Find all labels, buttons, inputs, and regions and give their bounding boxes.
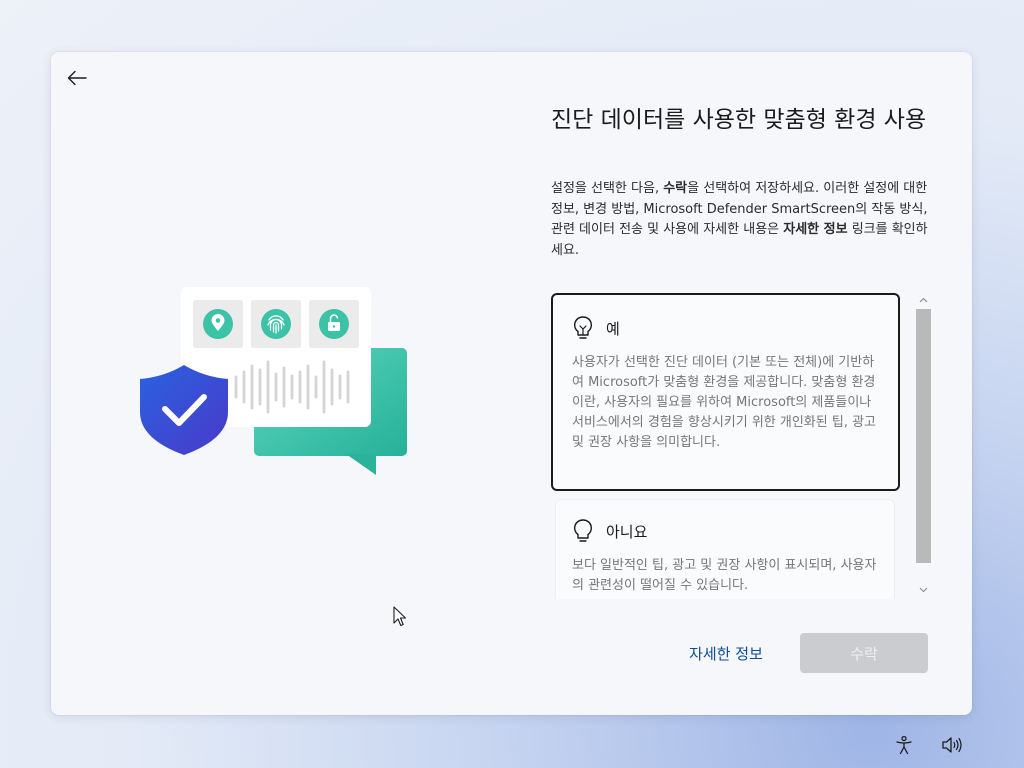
fingerprint-icon bbox=[261, 309, 291, 339]
back-button[interactable] bbox=[63, 66, 91, 90]
learn-more-button[interactable]: 자세한 정보 bbox=[671, 635, 781, 671]
chevron-down-icon bbox=[919, 587, 927, 592]
mouse-cursor-icon bbox=[393, 606, 407, 627]
options-scrollbar[interactable] bbox=[915, 293, 931, 597]
description-accept-text: 수락 bbox=[663, 181, 688, 196]
location-pin-icon bbox=[203, 309, 233, 339]
option-description: 사용자가 선택한 진단 데이터 (기본 또는 전체)에 기반하여 Microso… bbox=[572, 355, 877, 450]
options-list: 예 사용자가 선택한 진단 데이터 (기본 또는 전체)에 기반하여 Micro… bbox=[551, 292, 900, 599]
scroll-up-button[interactable] bbox=[915, 293, 931, 306]
scroll-down-button[interactable] bbox=[915, 583, 931, 596]
option-header: 예 bbox=[572, 315, 879, 341]
accessibility-button[interactable] bbox=[893, 734, 915, 756]
oobe-window: 진단 데이터를 사용한 맞춤형 환경 사용 설정을 선택한 다음, 수락을 선택… bbox=[51, 52, 972, 715]
page-description: 설정을 선택한 다음, 수락을 선택하여 저장하세요. 이러한 설정에 대한 정… bbox=[551, 179, 936, 261]
volume-icon bbox=[942, 737, 962, 753]
description-learn-more-text: 자세한 정보 bbox=[783, 222, 848, 237]
lightbulb-off-icon bbox=[573, 519, 593, 542]
scroll-thumb[interactable] bbox=[916, 309, 931, 563]
description-text: 설정을 선택한 다음, bbox=[551, 181, 664, 196]
option-header: 아니요 bbox=[572, 518, 878, 544]
accept-button[interactable]: 수락 bbox=[800, 633, 928, 673]
volume-button[interactable] bbox=[941, 734, 963, 756]
unlock-icon bbox=[319, 309, 349, 339]
page-title: 진단 데이터를 사용한 맞춤형 환경 사용 bbox=[551, 107, 927, 133]
privacy-illustration bbox=[140, 287, 407, 475]
option-description: 보다 일반적인 팁, 광고 및 권장 사항이 표시되며, 사용자의 관련성이 떨… bbox=[572, 558, 877, 593]
lightbulb-on-icon bbox=[573, 316, 593, 339]
option-title: 예 bbox=[606, 319, 620, 338]
accessibility-icon bbox=[896, 735, 912, 755]
chevron-up-icon bbox=[919, 297, 927, 302]
option-no[interactable]: 아니요 보다 일반적인 팁, 광고 및 권장 사항이 표시되며, 사용자의 관련… bbox=[555, 499, 895, 599]
back-arrow-icon bbox=[67, 70, 87, 86]
option-title: 아니요 bbox=[606, 522, 648, 541]
option-yes[interactable]: 예 사용자가 선택한 진단 데이터 (기본 또는 전체)에 기반하여 Micro… bbox=[551, 293, 900, 491]
shield-check-icon bbox=[140, 365, 228, 455]
